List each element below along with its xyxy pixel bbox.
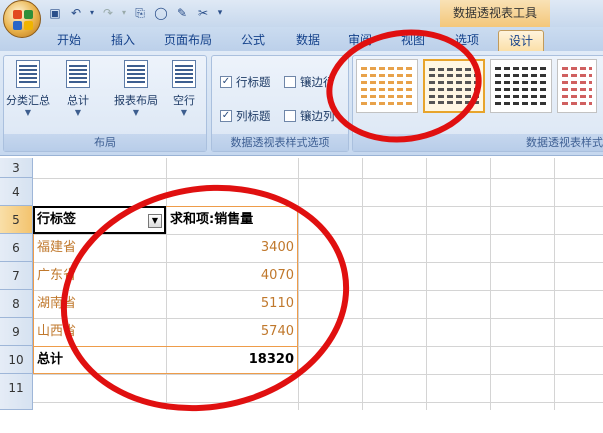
pivot-style-dark[interactable]	[490, 59, 552, 113]
ribbon-tabs: 开始 插入 页面布局 公式 数据 审阅 视图 选项 设计	[0, 27, 603, 51]
tab-options[interactable]: 选项	[444, 30, 490, 51]
column-headers-checkbox[interactable]: ✓ 列标题	[220, 108, 271, 124]
row-header[interactable]: 6	[0, 234, 33, 262]
row-header[interactable]: 7	[0, 262, 33, 290]
style-options-group: ✓ 行标题 镶边行 ✓ 列标题 镶边列 数据透视表样式选项	[211, 55, 349, 152]
tab-design[interactable]: 设计	[498, 30, 544, 51]
subtotals-icon	[16, 60, 40, 88]
row-labels-header[interactable]: 行标签	[37, 207, 147, 233]
sum-sales-header[interactable]: 求和项:销售量	[170, 207, 294, 233]
blank-rows-icon	[172, 60, 196, 88]
tab-formulas[interactable]: 公式	[230, 30, 276, 51]
tab-view[interactable]: 视图	[390, 30, 436, 51]
title-bar: ▣ ↶ ▾ ↷ ▾ ⎘ ◯ ✎ ✂ ▾ 数据透视表工具	[0, 0, 603, 38]
tab-home[interactable]: 开始	[46, 30, 92, 51]
redo-dropdown-icon[interactable]: ▾	[120, 4, 128, 22]
row-header[interactable]: 9	[0, 318, 33, 346]
blank-rows-button[interactable]: 空行 ▼	[162, 60, 206, 117]
row-header[interactable]: 10	[0, 346, 33, 374]
grid-line	[426, 158, 427, 410]
office-button[interactable]	[3, 0, 41, 38]
clear-icon[interactable]: ✂	[194, 4, 212, 22]
pivot-style-red[interactable]	[557, 59, 597, 113]
style-options-group-label: 数据透视表样式选项	[212, 134, 348, 151]
redo-icon[interactable]: ↷	[99, 4, 117, 22]
ribbon-panel: 分类汇总 ▼ 总计 ▼ 报表布局 ▼ 空行 ▼ 布局 ✓ 行标题 镶边行 ✓ 列…	[0, 51, 603, 156]
banded-rows-checkbox[interactable]: 镶边行	[284, 74, 335, 90]
grid-line	[298, 158, 299, 410]
save-icon[interactable]: ▣	[46, 4, 64, 22]
dropdown-arrow-icon: ▼	[132, 108, 140, 117]
quick-access-toolbar: ▣ ↶ ▾ ↷ ▾ ⎘ ◯ ✎ ✂ ▾	[46, 4, 225, 22]
circle-icon[interactable]: ◯	[152, 4, 170, 22]
grand-total-value[interactable]: 18320	[170, 347, 294, 373]
grand-total-label[interactable]: 总计	[37, 347, 162, 373]
row-label-cell[interactable]: 山西省	[37, 319, 162, 345]
grid-line	[554, 158, 555, 410]
value-cell[interactable]: 4070	[170, 263, 294, 289]
pivot-styles-gallery	[356, 59, 597, 113]
subtotals-label: 分类汇总	[6, 94, 50, 107]
banded-rows-label: 镶边行	[300, 75, 335, 89]
row-header[interactable]: 3	[0, 158, 33, 178]
undo-icon[interactable]: ↶	[67, 4, 85, 22]
dropdown-arrow-icon: ▼	[74, 108, 82, 117]
styles-group-label: 数据透视表样式	[353, 134, 603, 151]
row-header[interactable]: 8	[0, 290, 33, 318]
pivot-style-selected[interactable]	[423, 59, 485, 113]
tab-insert[interactable]: 插入	[100, 30, 146, 51]
row-label-cell[interactable]: 广东省	[37, 263, 162, 289]
tab-data[interactable]: 数据	[285, 30, 331, 51]
row-header[interactable]: 11	[0, 374, 33, 410]
office-logo-icon	[13, 10, 33, 30]
row-label-cell[interactable]: 湖南省	[37, 291, 162, 317]
value-cell[interactable]: 5110	[170, 291, 294, 317]
grid-line	[33, 402, 603, 403]
preview-icon[interactable]: ⎘	[131, 4, 149, 22]
report-layout-button[interactable]: 报表布局 ▼	[108, 60, 164, 117]
tab-review[interactable]: 审阅	[337, 30, 383, 51]
value-cell[interactable]: 3400	[170, 235, 294, 261]
report-layout-icon	[124, 60, 148, 88]
row-header[interactable]: 4	[0, 178, 33, 206]
grid-line	[362, 158, 363, 410]
row-headers-label: 行标题	[236, 75, 271, 89]
value-cell[interactable]: 5740	[170, 319, 294, 345]
grid-line	[33, 374, 603, 375]
report-layout-label: 报表布局	[114, 94, 158, 107]
grand-totals-label: 总计	[67, 94, 89, 107]
banded-columns-label: 镶边列	[300, 109, 335, 123]
grid-line	[33, 178, 603, 179]
row-header-selected[interactable]: 5	[0, 206, 33, 234]
checkmark-icon: ✓	[220, 110, 232, 122]
worksheet-grid[interactable]: 3 4 5 6 7 8 9 10 11 行标签 ▼ 求和项:销售量 福建省 34…	[0, 158, 603, 410]
subtotals-button[interactable]: 分类汇总 ▼	[6, 60, 50, 117]
grid-line	[490, 158, 491, 410]
pivot-style-light-orange[interactable]	[356, 59, 418, 113]
undo-dropdown-icon[interactable]: ▾	[88, 4, 96, 22]
empty-checkbox-icon	[284, 110, 296, 122]
column-headers-label: 列标题	[236, 109, 271, 123]
customize-toolbar-icon[interactable]: ▾	[215, 4, 225, 22]
filter-dropdown-icon[interactable]: ▼	[148, 214, 162, 228]
checkmark-icon: ✓	[220, 76, 232, 88]
empty-checkbox-icon	[284, 76, 296, 88]
banded-columns-checkbox[interactable]: 镶边列	[284, 108, 335, 124]
row-label-cell[interactable]: 福建省	[37, 235, 162, 261]
layout-group-label: 布局	[4, 134, 206, 151]
tab-page-layout[interactable]: 页面布局	[156, 30, 220, 51]
grand-totals-icon	[66, 60, 90, 88]
format-painter-icon[interactable]: ✎	[173, 4, 191, 22]
row-headers-checkbox[interactable]: ✓ 行标题	[220, 74, 271, 90]
dropdown-arrow-icon: ▼	[24, 108, 32, 117]
grand-totals-button[interactable]: 总计 ▼	[56, 60, 100, 117]
layout-group: 分类汇总 ▼ 总计 ▼ 报表布局 ▼ 空行 ▼ 布局	[3, 55, 207, 152]
blank-rows-label: 空行	[173, 94, 195, 107]
pivottable-tools-label: 数据透视表工具	[440, 0, 550, 27]
dropdown-arrow-icon: ▼	[180, 108, 188, 117]
